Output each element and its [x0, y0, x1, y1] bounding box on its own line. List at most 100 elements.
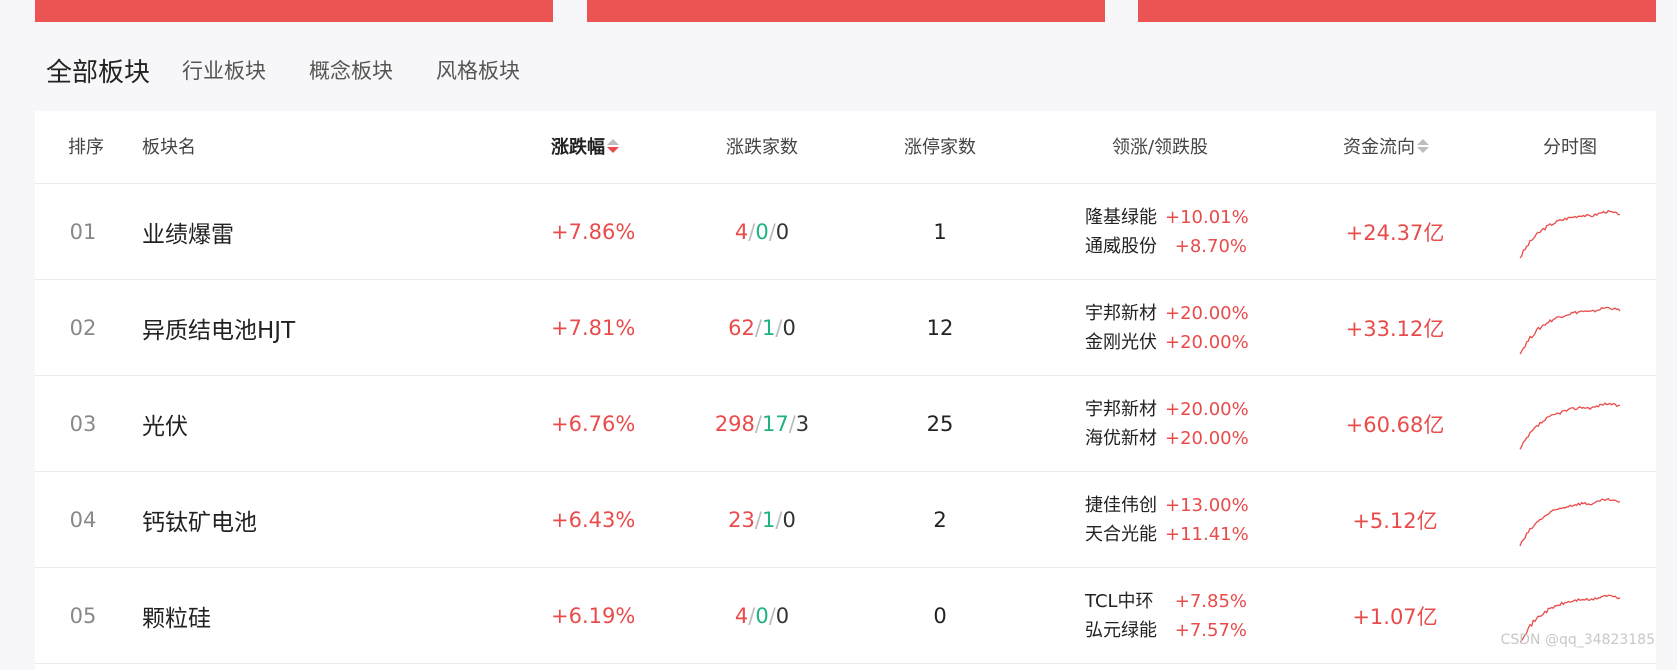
up-count: 4 [734, 220, 749, 244]
limit-up-count: 1 [933, 220, 947, 244]
table-row[interactable]: 02 异质结电池HJT +7.81% 62/1/0 12 宇邦新材 +20.00% 金刚光伏 +… [35, 280, 1656, 376]
col-fund-flow[interactable]: 资金流向 [1343, 111, 1429, 184]
updown-count: 23/1/0 [697, 472, 827, 568]
sparkline-line [1519, 306, 1621, 355]
leader-up-stock[interactable]: 捷佳伟创 +13.00% [1085, 491, 1249, 520]
intraday-sparkline[interactable] [1505, 472, 1635, 568]
sector-name-link[interactable]: 钙钛矿电池 [142, 472, 257, 568]
limit-up-count: 12 [926, 316, 954, 340]
leader-stock-name[interactable]: 金刚光伏 [1085, 328, 1165, 357]
tab-style-sectors[interactable]: 风格板块 [436, 55, 520, 85]
change-percent: +7.81% [551, 316, 636, 340]
limit-up-count: 25 [926, 412, 954, 436]
leader-up-stock[interactable]: 宇邦新材 +20.00% [1085, 299, 1249, 328]
flat-count: 1 [761, 508, 776, 532]
table-row[interactable]: 04 钙钛矿电池 +6.43% 23/1/0 2 捷佳伟创 +13.00% 天合光能 +11.4… [35, 472, 1656, 568]
leader-down-stock[interactable]: 金刚光伏 +20.00% [1085, 328, 1249, 357]
top-index-cards [0, 0, 1677, 22]
separator: / [768, 604, 776, 628]
tab-industry-sectors[interactable]: 行业板块 [182, 55, 266, 85]
down-count: 0 [782, 508, 796, 532]
down-count: 0 [782, 316, 796, 340]
sector-name-link[interactable]: 颗粒硅 [142, 568, 211, 664]
leader-stock-name[interactable]: 弘元绿能 [1085, 616, 1165, 645]
col-intraday: 分时图 [1543, 137, 1597, 158]
table-row[interactable]: 03 光伏 +6.76% 298/17/3 25 宇邦新材 +20.00% 海优新材 +20.0… [35, 376, 1656, 472]
col-change[interactable]: 涨跌幅 [551, 111, 619, 184]
leader-stock-name[interactable]: 通威股份 [1085, 232, 1165, 261]
index-card-2[interactable] [587, 0, 1105, 22]
leader-stocks: 捷佳伟创 +13.00% 天合光能 +11.41% [1085, 472, 1249, 568]
leader-stock-change: +11.41% [1165, 524, 1249, 545]
leader-down-stock[interactable]: 弘元绿能 +7.57% [1085, 616, 1247, 645]
leader-stocks: 宇邦新材 +20.00% 海优新材 +20.00% [1085, 376, 1249, 472]
flat-count: 0 [755, 604, 769, 628]
col-updown-count: 涨跌家数 [726, 137, 798, 158]
updown-count: 4/0/0 [697, 184, 827, 280]
col-fund-flow-label: 资金流向 [1343, 137, 1415, 158]
down-count: 3 [795, 412, 810, 436]
leader-stock-name[interactable]: 天合光能 [1085, 520, 1165, 549]
updown-count: 4/0/0 [697, 568, 827, 664]
leader-down-stock[interactable]: 通威股份 +8.70% [1085, 232, 1247, 261]
fund-flow: +24.37亿 [1345, 221, 1445, 245]
leader-stock-change: +20.00% [1165, 332, 1249, 353]
leader-stock-name[interactable]: 隆基绿能 [1085, 203, 1165, 232]
intraday-sparkline[interactable] [1505, 184, 1635, 280]
leader-up-stock[interactable]: 宇邦新材 +20.00% [1085, 395, 1249, 424]
leader-stock-name[interactable]: 宇邦新材 [1085, 299, 1165, 328]
col-change-label: 涨跌幅 [551, 137, 605, 158]
leader-stock-change: +7.57% [1174, 620, 1247, 641]
row-rank: 05 [69, 604, 97, 628]
separator: / [788, 412, 796, 436]
tab-all-sectors[interactable]: 全部板块 [46, 52, 150, 89]
leader-stock-name[interactable]: TCL中环 [1085, 587, 1165, 616]
leader-stock-change: +20.00% [1165, 428, 1249, 449]
leader-stock-name[interactable]: 捷佳伟创 [1085, 491, 1165, 520]
sector-name-link[interactable]: 业绩爆雷 [142, 184, 234, 280]
sparkline-chart [1519, 306, 1621, 355]
leader-stock-change: +20.00% [1165, 399, 1249, 420]
tab-concept-sectors[interactable]: 概念板块 [309, 55, 393, 85]
sector-name-link[interactable]: 光伏 [142, 376, 188, 472]
col-limit-count: 涨停家数 [904, 137, 976, 158]
index-card-3[interactable] [1138, 0, 1656, 22]
sector-name-link[interactable]: 异质结电池HJT [142, 280, 295, 376]
sparkline-line [1519, 209, 1620, 259]
leader-stock-change: +13.00% [1165, 495, 1249, 516]
leader-stock-change: +7.85% [1174, 591, 1247, 612]
sort-icon[interactable] [607, 138, 619, 154]
row-rank: 03 [69, 412, 97, 436]
sort-icon[interactable] [1417, 138, 1429, 154]
row-rank: 02 [69, 316, 97, 340]
separator: / [748, 604, 756, 628]
leader-stocks: 隆基绿能 +10.01% 通威股份 +8.70% [1085, 184, 1249, 280]
intraday-sparkline[interactable] [1505, 568, 1635, 664]
leader-down-stock[interactable]: 海优新材 +20.00% [1085, 424, 1249, 453]
updown-count: 298/17/3 [697, 376, 827, 472]
leader-down-stock[interactable]: 天合光能 +11.41% [1085, 520, 1249, 549]
sparkline-line [1519, 402, 1621, 450]
leader-up-stock[interactable]: TCL中环 +7.85% [1085, 587, 1247, 616]
col-leaders: 领涨/领跌股 [1111, 137, 1209, 158]
index-card-1[interactable] [35, 0, 553, 22]
flat-count: 0 [755, 220, 769, 244]
up-count: 23 [728, 508, 755, 532]
sparkline-line [1519, 497, 1621, 547]
table-row[interactable]: 01 业绩爆雷 +7.86% 4/0/0 1 隆基绿能 +10.01% 通威股份 +8.70% +… [35, 184, 1656, 280]
separator: / [754, 412, 762, 436]
sparkline-chart [1519, 402, 1621, 450]
limit-up-count: 0 [933, 604, 947, 628]
leader-stock-name[interactable]: 宇邦新材 [1085, 395, 1165, 424]
leader-stock-name[interactable]: 海优新材 [1085, 424, 1165, 453]
change-percent: +7.86% [551, 220, 636, 244]
intraday-sparkline[interactable] [1505, 376, 1635, 472]
leader-up-stock[interactable]: 隆基绿能 +10.01% [1085, 203, 1249, 232]
separator: / [768, 220, 776, 244]
flat-count: 1 [761, 316, 776, 340]
separator: / [754, 508, 762, 532]
table-row[interactable]: 05 颗粒硅 +6.19% 4/0/0 0 TCL中环 +7.85% 弘元绿能 +7.57% +1… [35, 568, 1656, 664]
leader-stocks: 宇邦新材 +20.00% 金刚光伏 +20.00% [1085, 280, 1249, 376]
intraday-sparkline[interactable] [1505, 280, 1635, 376]
row-rank: 04 [69, 508, 97, 532]
